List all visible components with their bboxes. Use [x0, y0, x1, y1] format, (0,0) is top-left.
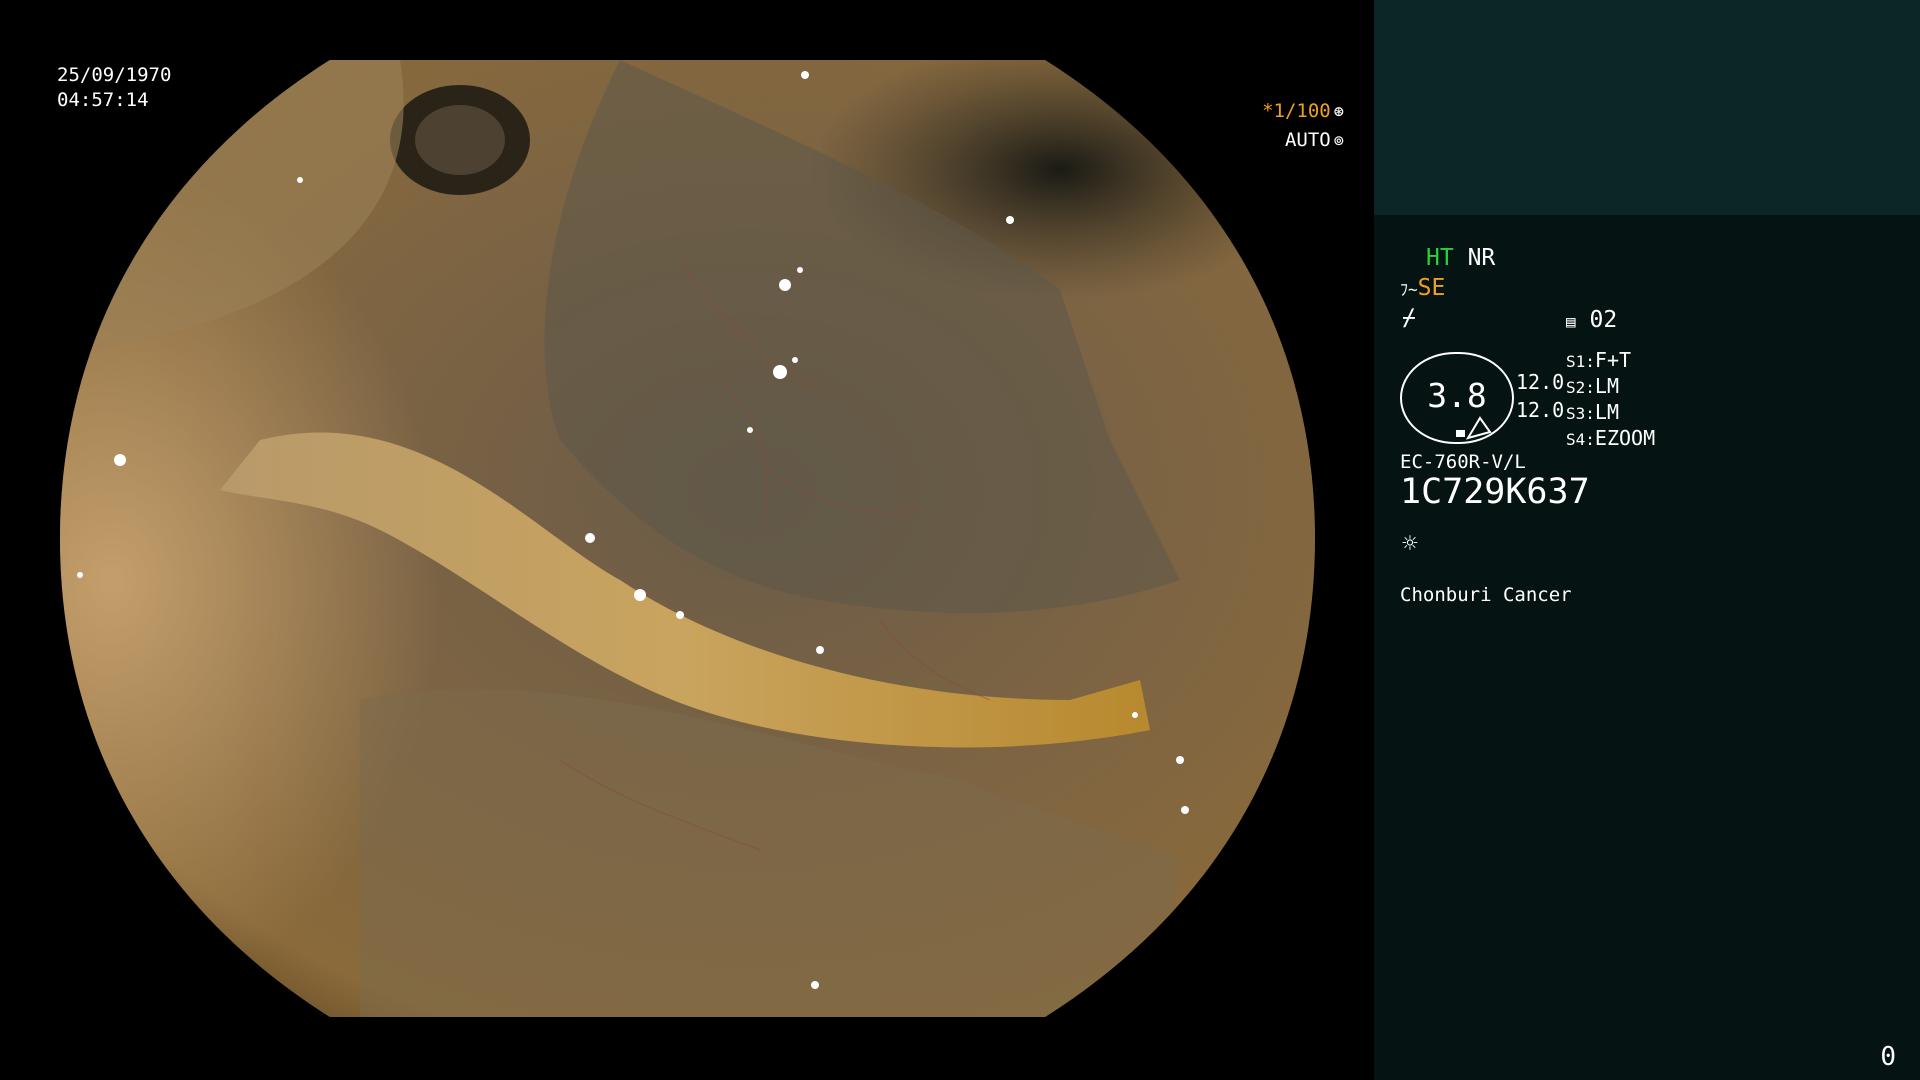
mode-nr: NR [1467, 245, 1496, 271]
institution-name: Chonburi Cancer [1400, 584, 1572, 606]
time-text: 04:57:14 [57, 89, 149, 111]
mode-ht: HT [1426, 245, 1454, 271]
memory-icon: ▤ [1566, 312, 1576, 331]
mode-se: SE [1417, 275, 1446, 301]
switch-assignments: S1:F+T S2:LM S3:LM S4:EZOOM [1566, 348, 1655, 452]
zoom-lower: 12.0 [1516, 398, 1565, 422]
enhancement-modes: HT NR [1426, 244, 1495, 272]
scope-serial: 1C729K637 [1400, 472, 1590, 512]
zoom-scale: 12.0 12.0 [1516, 368, 1564, 424]
zoom-upper: 12.0 [1516, 370, 1565, 394]
memory-slot: ▤ 02 [1566, 306, 1617, 336]
sun-icon: ☼ [1402, 529, 1418, 559]
panel-header-area [1374, 0, 1920, 215]
endoscopic-view [60, 60, 1315, 1017]
switch-row: S3:LM [1566, 400, 1619, 424]
zoom-marker [1456, 430, 1465, 437]
zoom-pointer-icon [1466, 416, 1492, 440]
iris-icon: ⊚ [1333, 131, 1344, 151]
memory-number: 02 [1589, 307, 1618, 333]
mucosa-image [60, 60, 1315, 1017]
image-counter: 0 [1880, 1042, 1896, 1072]
switch-row: S2:LM [1566, 374, 1619, 398]
structure-enhancement: ﾌ~SE [1400, 274, 1445, 304]
exposure-readout: *1/100 ⊛ AUTO ⊚ [1262, 97, 1344, 155]
color-tone-icon: ⌿ [1402, 305, 1416, 331]
iris-row: AUTO ⊚ [1262, 126, 1344, 155]
datetime-readout: 25/09/1970 04:57:14 [57, 63, 171, 113]
shutter-speed-text: *1/100 [1262, 100, 1331, 122]
info-panel: HT NR ﾌ~SE ⌿ ▤ 02 3.8 12.0 12.0 S1:F+T S… [1374, 0, 1920, 1080]
shutter-icon: ⊛ [1333, 102, 1344, 122]
zoom-indicator: 3.8 [1400, 352, 1514, 444]
zoom-value: 3.8 [1427, 376, 1487, 415]
switch-row: S4:EZOOM [1566, 426, 1656, 450]
iris-mode-text: AUTO [1284, 129, 1331, 151]
structure-icon: ﾌ~ [1400, 280, 1418, 299]
shutter-row: *1/100 ⊛ [1262, 97, 1344, 126]
date-text: 25/09/1970 [57, 64, 172, 86]
switch-row: S1:F+T [1566, 348, 1632, 372]
endoscopic-image-area: 25/09/1970 04:57:14 *1/100 ⊛ AUTO ⊚ [0, 0, 1374, 1080]
